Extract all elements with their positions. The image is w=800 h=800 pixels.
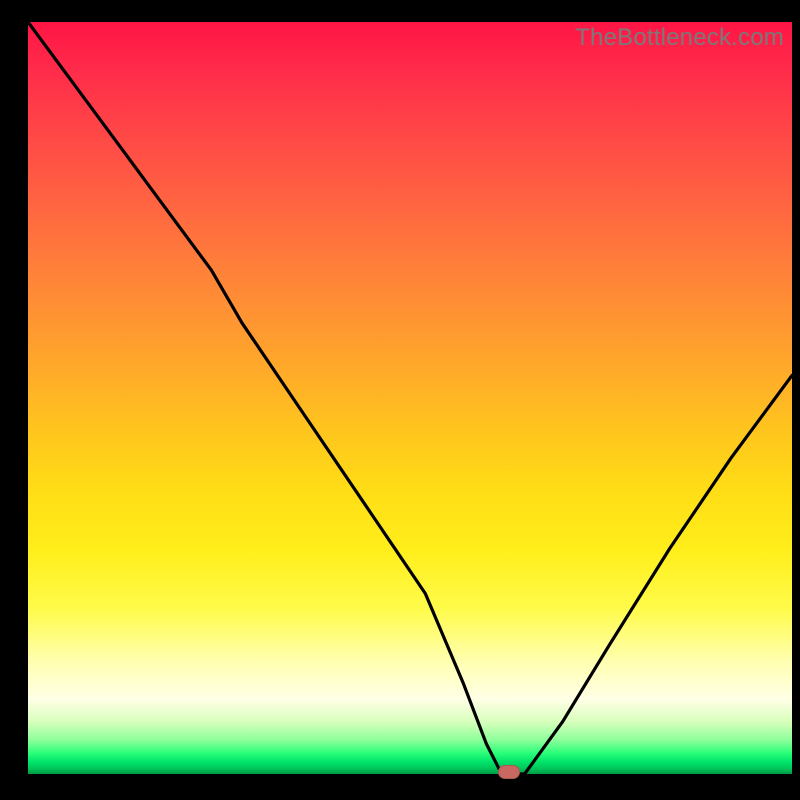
optimal-point-marker — [498, 765, 520, 779]
watermark-text: TheBottleneck.com — [575, 24, 784, 52]
chart-frame: TheBottleneck.com — [0, 0, 800, 800]
bottleneck-curve — [28, 22, 792, 774]
plot-area: TheBottleneck.com — [28, 22, 792, 774]
